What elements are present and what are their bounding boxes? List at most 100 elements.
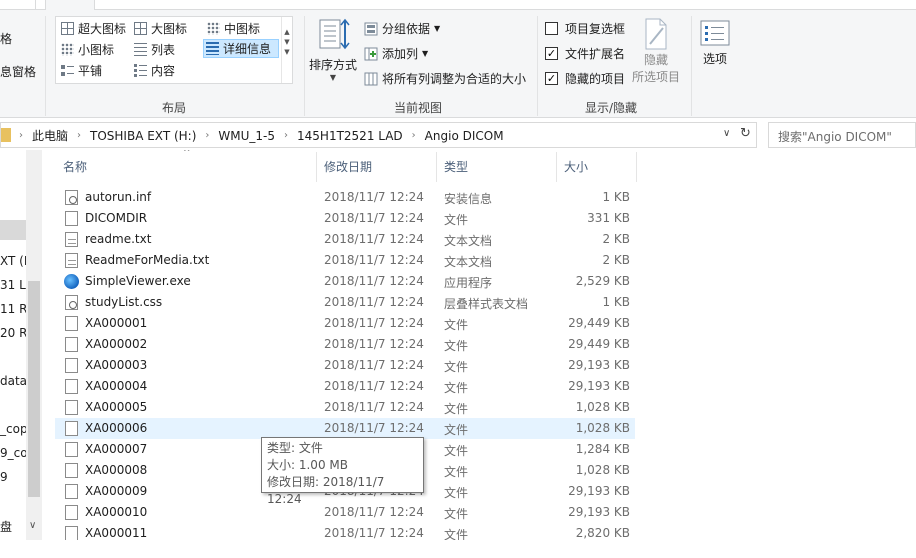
layout-tiles[interactable]: 平铺 (59, 61, 102, 80)
medium-icons-icon (207, 22, 220, 35)
column-header-size[interactable]: 大小 (564, 158, 588, 175)
layout-small-icons[interactable]: 小图标 (59, 40, 114, 59)
column-divider[interactable] (316, 152, 317, 182)
file-name: XA000005 (85, 400, 148, 414)
column-divider[interactable] (636, 152, 637, 182)
file-row[interactable]: autorun.inf 2018/11/7 12:24 安装信息 1 KB (55, 187, 635, 208)
hidden-items-checkbox[interactable]: ✓ (545, 72, 558, 85)
nav-item[interactable]: 11 R (0, 302, 27, 316)
chevron-right-icon[interactable]: › (19, 130, 23, 141)
file-row[interactable]: XA000011 2018/11/7 12:24 文件 2,820 KB (55, 523, 635, 540)
add-column-label: 添加列 (382, 47, 419, 61)
blank-file-icon (65, 484, 78, 499)
layout-extra-large-icons[interactable]: 超大图标 (59, 19, 126, 38)
breadcrumb-item[interactable]: Angio DICOM (425, 129, 504, 143)
group-by-icon (364, 22, 378, 35)
file-row[interactable]: ReadmeForMedia.txt 2018/11/7 12:24 文本文档 2 K… (55, 250, 635, 271)
options-button[interactable]: 选项 (700, 20, 730, 67)
file-type: 文件 (444, 528, 469, 540)
gallery-up-icon[interactable]: ▲ (282, 27, 292, 37)
hide-label: 隐藏 (644, 53, 669, 67)
file-size: 1,284 KB (575, 442, 630, 456)
file-date: 2018/11/7 12:24 (324, 526, 424, 540)
chevron-right-icon[interactable]: › (412, 130, 416, 141)
file-row[interactable]: XA000002 2018/11/7 12:24 文件 29,449 KB (55, 334, 635, 355)
column-header-type[interactable]: 类型 (444, 158, 468, 175)
tooltip-date: 修改日期: 2018/11/7 12:24 (267, 475, 385, 506)
add-column-button[interactable]: 添加列 ▼ (364, 45, 428, 62)
nav-scrollbar-thumb[interactable] (28, 281, 40, 497)
file-row[interactable]: SimpleViewer.exe 2018/11/7 12:24 应用程序 2,529… (55, 271, 635, 292)
layout-medium-icons[interactable]: 中图标 (205, 19, 260, 38)
breadcrumb-item[interactable]: 此电脑 (32, 127, 68, 144)
breadcrumb-item[interactable]: WMU_1-5 (218, 129, 275, 143)
options-icon (700, 20, 730, 46)
hidden-items-label[interactable]: 隐藏的项目 (565, 70, 625, 87)
file-name: XA000001 (85, 316, 148, 330)
preview-pane-button-label[interactable]: 息窗格 (0, 63, 36, 80)
file-size: 2,529 KB (575, 274, 630, 288)
chevron-right-icon[interactable]: › (77, 130, 81, 141)
item-checkboxes-label[interactable]: 项目复选框 (565, 20, 625, 37)
file-date: 2018/11/7 12:24 (324, 316, 424, 330)
file-row[interactable]: readme.txt 2018/11/7 12:24 文本文档 2 KB (55, 229, 635, 250)
column-header-name[interactable]: 名称 (63, 158, 87, 175)
search-input[interactable]: 搜索"Angio DICOM" (768, 122, 916, 148)
chevron-right-icon[interactable]: › (284, 130, 288, 141)
column-divider[interactable] (436, 152, 437, 182)
item-checkboxes-checkbox[interactable] (545, 22, 558, 35)
blank-file-icon (65, 421, 78, 436)
gallery-scroll[interactable]: ▲ ▼ ▼ (281, 17, 292, 83)
file-row[interactable]: studyList.css 2018/11/7 12:24 层叠样式表文档 1 KB (55, 292, 635, 313)
refresh-icon[interactable]: ↻ (740, 126, 751, 141)
tooltip-type: 类型: 文件 (267, 441, 323, 455)
column-header-date[interactable]: 修改日期 (324, 158, 372, 175)
layout-list[interactable]: 列表 (132, 40, 175, 59)
layout-large-icons[interactable]: 大图标 (132, 19, 187, 38)
gallery-down-icon[interactable]: ▼ (282, 37, 292, 47)
layout-extra-large-label: 超大图标 (78, 22, 127, 36)
nav-scrollbar[interactable]: ∨ (26, 150, 42, 540)
file-row[interactable]: XA000001 2018/11/7 12:24 文件 29,449 KB (55, 313, 635, 334)
layout-details[interactable]: 详细信息 (203, 39, 279, 58)
file-row[interactable]: XA000003 2018/11/7 12:24 文件 29,193 KB (55, 355, 635, 376)
chevron-right-icon[interactable]: › (205, 130, 209, 141)
file-row[interactable]: XA000005 2018/11/7 12:24 文件 1,028 KB (55, 397, 635, 418)
sort-ascending-icon: ^ (183, 150, 191, 158)
fit-columns-button[interactable]: 将所有列调整为合适的大小 (364, 70, 526, 87)
gallery-more-icon[interactable]: ▼ (282, 47, 292, 57)
settings-file-icon (65, 295, 78, 310)
hide-selected-button[interactable]: 隐藏 所选项目 (632, 18, 680, 85)
scroll-down-icon[interactable]: ∨ (29, 520, 36, 531)
column-divider[interactable] (556, 152, 557, 182)
file-date: 2018/11/7 12:24 (324, 190, 424, 204)
file-row[interactable]: XA000006 2018/11/7 12:24 文件 1,028 KB (55, 418, 635, 439)
layout-content[interactable]: 内容 (132, 61, 175, 80)
file-date: 2018/11/7 12:24 (324, 295, 424, 309)
tiles-icon (61, 64, 74, 77)
sort-by-button[interactable]: 排序方式 ▼ (309, 18, 357, 82)
small-icons-icon (61, 43, 74, 56)
file-row[interactable]: XA000004 2018/11/7 12:24 文件 29,193 KB (55, 376, 635, 397)
file-type: 文件 (444, 213, 469, 227)
chevron-down-icon: ▼ (422, 49, 429, 58)
address-bar[interactable]: › 此电脑 › TOSHIBA EXT (H:) › WMU_1-5 › 145… (0, 122, 757, 148)
address-dropdown-chevron-icon[interactable]: ∨ (723, 128, 730, 139)
nav-item[interactable]: data (0, 374, 27, 388)
group-by-button[interactable]: 分组依据 ▼ (364, 20, 440, 37)
file-type: 文件 (444, 465, 469, 479)
file-extensions-checkbox[interactable]: ✓ (545, 47, 558, 60)
file-row[interactable]: DICOMDIR 2018/11/7 12:24 文件 331 KB (55, 208, 635, 229)
breadcrumb-item[interactable]: TOSHIBA EXT (H:) (90, 129, 196, 143)
breadcrumb-item[interactable]: 145H1T2521 LAD (297, 129, 403, 143)
nav-item[interactable]: 9 (0, 470, 8, 484)
file-name: XA000002 (85, 337, 148, 351)
nav-selected-item[interactable] (0, 220, 26, 240)
details-pane-button-label[interactable]: 格 (0, 30, 12, 47)
ribbon-tab-home[interactable] (7, 0, 36, 10)
nav-item[interactable]: 盘 (0, 518, 12, 535)
file-date: 2018/11/7 12:24 (324, 211, 424, 225)
file-extensions-label[interactable]: 文件扩展名 (565, 45, 625, 62)
ribbon-tab-strip (0, 0, 916, 11)
file-name: studyList.css (85, 295, 163, 309)
